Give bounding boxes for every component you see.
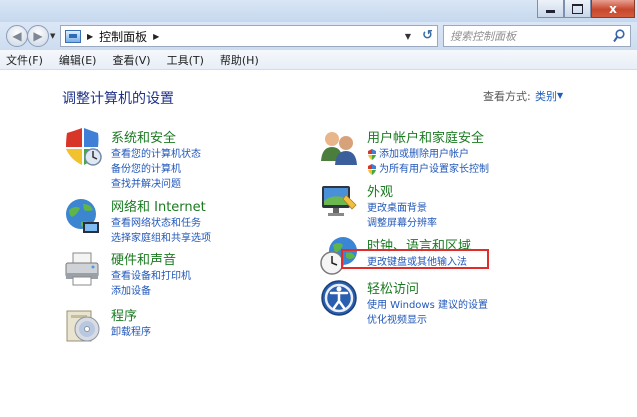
address-dropdown-icon[interactable]: ▼ xyxy=(405,32,411,41)
link-add-remove-users[interactable]: 添加或删除用户帐户 xyxy=(367,147,489,162)
link-view-computer-status[interactable]: 查看您的计算机状态 xyxy=(111,147,201,162)
link-add-device[interactable]: 添加设备 xyxy=(111,284,191,299)
arrow-right-icon: ▶ xyxy=(33,29,43,43)
uac-shield-icon xyxy=(368,149,376,160)
menu-tools[interactable]: 工具(T) xyxy=(167,52,204,68)
category-title[interactable]: 用户帐户和家庭安全 xyxy=(367,127,484,146)
menu-edit[interactable]: 编辑(E) xyxy=(59,52,97,68)
close-button[interactable]: x xyxy=(591,0,635,18)
address-bar[interactable]: ▶ 控制面板 ▶ ▼ ↺ xyxy=(60,25,438,47)
menu-help[interactable]: 帮助(H) xyxy=(220,52,259,68)
link-uninstall-program[interactable]: 卸载程序 xyxy=(111,325,151,340)
link-devices-printers[interactable]: 查看设备和打印机 xyxy=(111,269,191,284)
control-panel-content: 调整计算机的设置 查看方式: 类别 ▼ 系统和安全 查看您的计算机状态 备份您的… xyxy=(0,71,637,417)
maximize-button[interactable] xyxy=(564,0,591,18)
link-homegroup-sharing[interactable]: 选择家庭组和共享选项 xyxy=(111,231,211,246)
search-input[interactable] xyxy=(450,29,610,43)
globe-network-icon[interactable] xyxy=(63,196,103,236)
link-optimize-visual-display[interactable]: 优化视频显示 xyxy=(367,313,488,328)
menu-view[interactable]: 查看(V) xyxy=(112,52,150,68)
search-box[interactable] xyxy=(443,25,631,47)
view-by-label: 查看方式: xyxy=(483,90,531,103)
category-title[interactable]: 程序 xyxy=(111,305,137,324)
link-change-desktop-background[interactable]: 更改桌面背景 xyxy=(367,201,437,216)
breadcrumb-separator-icon[interactable]: ▶ xyxy=(153,32,159,41)
link-parental-controls[interactable]: 为所有用户设置家长控制 xyxy=(367,162,489,177)
category-title[interactable]: 外观 xyxy=(367,181,393,200)
search-icon[interactable] xyxy=(613,29,625,43)
page-title: 调整计算机的设置 xyxy=(62,91,174,107)
title-bar: x xyxy=(0,0,637,22)
arrow-left-icon: ◀ xyxy=(12,29,22,43)
minimize-button[interactable] xyxy=(537,0,564,18)
link-label: 为所有用户设置家长控制 xyxy=(379,164,489,175)
control-panel-icon xyxy=(65,29,81,43)
category-title[interactable]: 硬件和声音 xyxy=(111,249,176,268)
highlight-box xyxy=(341,249,489,269)
window-controls: x xyxy=(537,0,635,18)
link-adjust-resolution[interactable]: 调整屏幕分辨率 xyxy=(367,216,437,231)
breadcrumb-separator-icon[interactable]: ▶ xyxy=(87,32,93,41)
link-backup-computer[interactable]: 备份您的计算机 xyxy=(111,162,201,177)
recent-pages-dropdown-icon[interactable]: ▼ xyxy=(50,32,55,40)
monitor-icon[interactable] xyxy=(319,181,359,221)
link-troubleshoot[interactable]: 查找并解决问题 xyxy=(111,177,201,192)
users-icon[interactable] xyxy=(319,127,359,167)
menu-file[interactable]: 文件(F) xyxy=(6,52,43,68)
shield-icon[interactable] xyxy=(63,127,103,167)
category-title[interactable]: 网络和 Internet xyxy=(111,196,206,215)
refresh-icon[interactable]: ↺ xyxy=(422,28,433,43)
menu-bar: 文件(F) 编辑(E) 查看(V) 工具(T) 帮助(H) xyxy=(0,50,637,70)
back-button[interactable]: ◀ xyxy=(6,25,28,47)
view-by-dropdown[interactable]: 类别 xyxy=(535,88,557,104)
category-title[interactable]: 系统和安全 xyxy=(111,127,176,146)
ease-of-access-icon[interactable] xyxy=(319,278,359,318)
printer-icon[interactable] xyxy=(63,249,103,289)
breadcrumb-control-panel[interactable]: 控制面板 xyxy=(99,28,147,45)
uac-shield-icon xyxy=(368,164,376,175)
link-network-status[interactable]: 查看网络状态和任务 xyxy=(111,216,211,231)
forward-button[interactable]: ▶ xyxy=(27,25,49,47)
link-windows-recommended-settings[interactable]: 使用 Windows 建议的设置 xyxy=(367,298,488,313)
category-title[interactable]: 轻松访问 xyxy=(367,278,419,297)
chevron-down-icon[interactable]: ▼ xyxy=(557,91,563,100)
address-row: ◀ ▶ ▼ ▶ 控制面板 ▶ ▼ ↺ xyxy=(0,22,637,50)
link-label: 添加或删除用户帐户 xyxy=(379,149,469,160)
programs-disc-icon[interactable] xyxy=(63,305,103,345)
